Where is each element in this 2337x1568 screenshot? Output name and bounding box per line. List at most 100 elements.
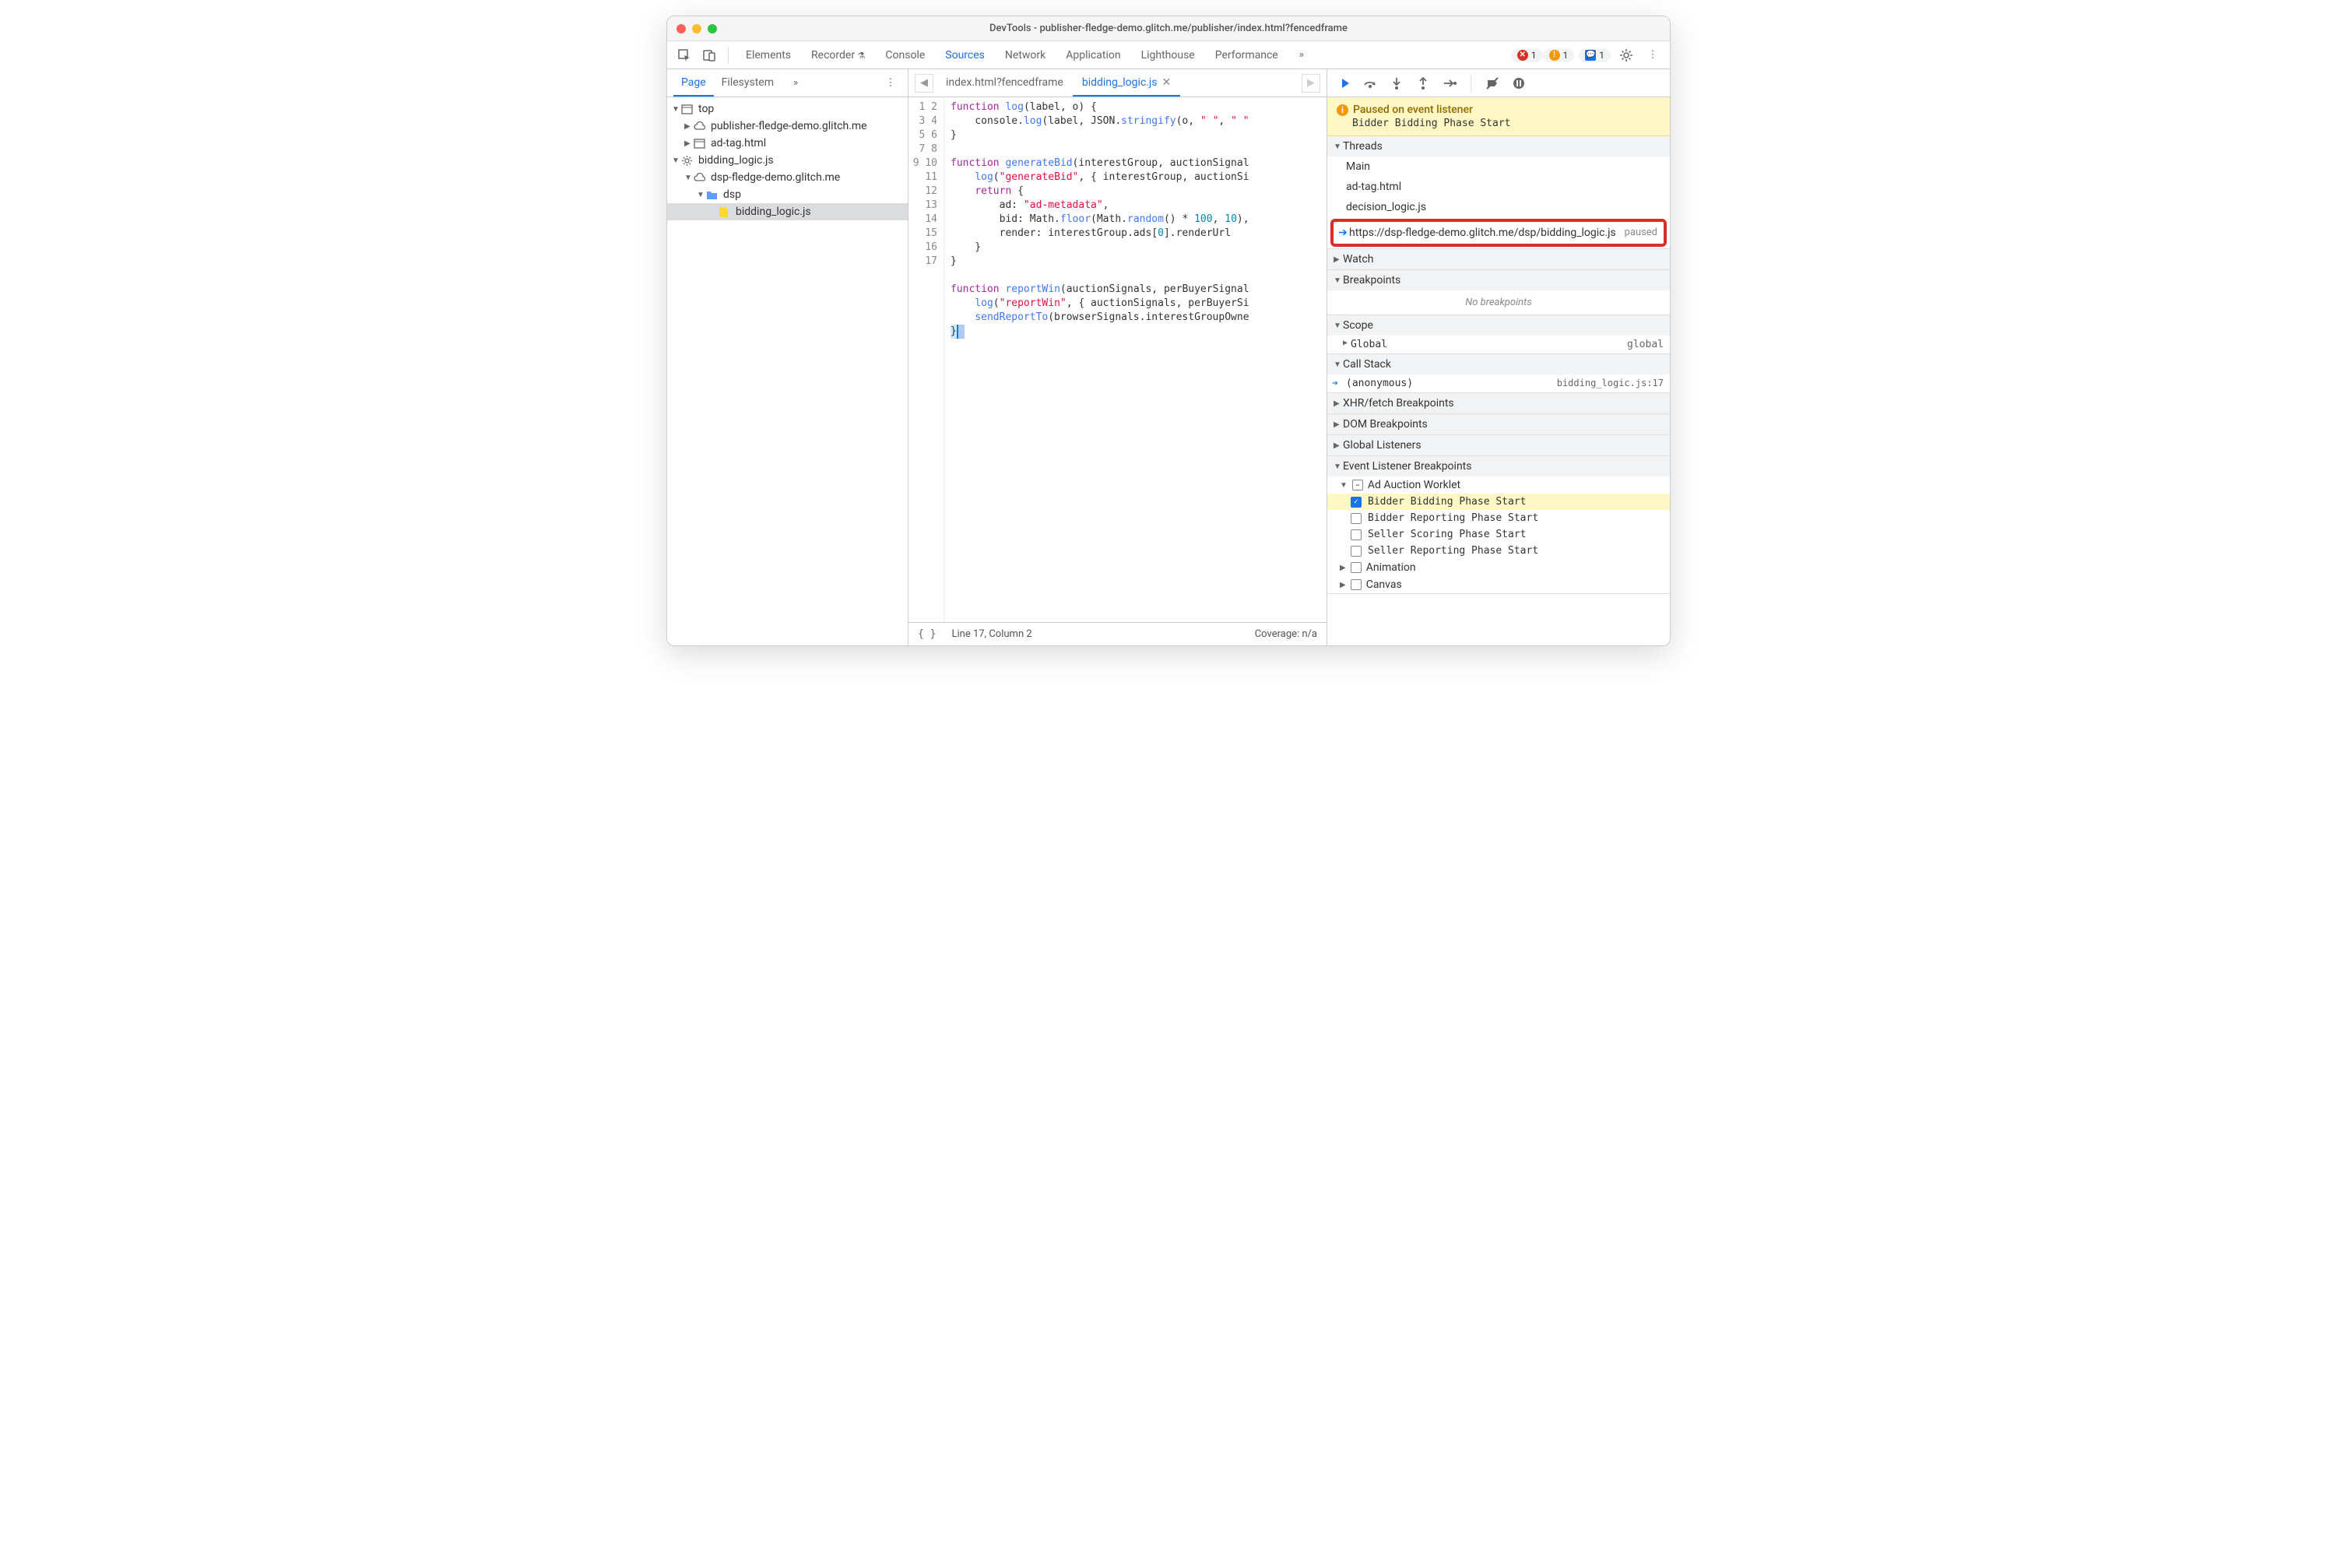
worker-icon [681,155,695,167]
no-breakpoints-text: No breakpoints [1327,290,1670,315]
more-navigator-tabs-icon[interactable]: » [785,72,807,94]
issues-badge[interactable]: 💬1 [1579,48,1611,62]
inspect-icon[interactable] [673,44,695,66]
checkbox-icon[interactable] [1351,579,1362,590]
cursor-position: Line 17, Column 2 [951,628,1031,640]
file-tabs: ◀ index.html?fencedframebidding_logic.js… [908,69,1327,97]
current-frame-icon: ➔ [1332,378,1338,389]
event-breakpoint-item[interactable]: Seller Reporting Phase Start [1327,543,1670,559]
titlebar: DevTools - publisher-fledge-demo.glitch.… [667,16,1670,41]
tree-item[interactable]: ▼dsp-fledge-demo.glitch.me [667,169,908,186]
error-icon: ✕ [1517,50,1528,61]
tab-elements[interactable]: Elements [736,44,800,66]
tab-console[interactable]: Console [876,44,934,66]
step-into-icon[interactable] [1386,73,1407,93]
main-tabs: ElementsRecorder ⚗ConsoleSourcesNetworkA… [736,44,1288,66]
dom-breakpoints-section: ▶DOM Breakpoints [1327,414,1670,435]
tree-item[interactable]: ▼top [667,100,908,118]
global-listeners-section: ▶Global Listeners [1327,435,1670,456]
more-tabs-icon[interactable]: » [1291,44,1313,66]
jsfile-icon [719,206,733,218]
kebab-menu-icon[interactable]: ⋮ [1642,44,1664,66]
navigator-panel: PageFilesystem » ⋮ ▼top▶publisher-fledge… [667,69,908,645]
tab-application[interactable]: Application [1056,44,1130,66]
event-breakpoint-item[interactable]: ✓Bidder Bidding Phase Start [1327,494,1670,510]
tab-lighthouse[interactable]: Lighthouse [1132,44,1204,66]
tab-recorder[interactable]: Recorder ⚗ [802,44,874,66]
xhr-breakpoints-header[interactable]: ▶XHR/fetch Breakpoints [1327,393,1670,413]
scope-global-row[interactable]: ▶Globalglobal [1327,336,1670,353]
info-icon: i [1337,104,1348,116]
step-over-icon[interactable] [1360,73,1380,93]
navigator-tab-filesystem[interactable]: Filesystem [714,70,782,97]
event-group[interactable]: ▶Animation [1327,559,1670,576]
next-tab-icon[interactable]: ▶ [1302,74,1320,93]
thread-item-active[interactable]: ➔https://dsp-fledge-demo.glitch.me/dsp/b… [1330,219,1667,247]
divider [728,47,729,64]
dom-breakpoints-header[interactable]: ▶DOM Breakpoints [1327,414,1670,434]
scope-header[interactable]: ▼Scope [1327,315,1670,336]
event-group[interactable]: ▶Canvas [1327,576,1670,593]
pause-title: Paused on event listener [1353,104,1473,116]
pause-exceptions-icon[interactable] [1509,73,1529,93]
step-out-icon[interactable] [1413,73,1433,93]
navigator-tab-page[interactable]: Page [673,70,714,97]
tree-item[interactable]: ▶publisher-fledge-demo.glitch.me [667,118,908,135]
threads-header[interactable]: ▼Threads [1327,136,1670,156]
thread-item[interactable]: Main [1327,156,1670,177]
settings-icon[interactable] [1615,44,1637,66]
event-breakpoints-header[interactable]: ▼Event Listener Breakpoints [1327,456,1670,476]
checkbox-icon[interactable] [1351,513,1362,524]
callstack-section: ▼Call Stack ➔(anonymous)bidding_logic.js… [1327,354,1670,393]
devtools-window: DevTools - publisher-fledge-demo.glitch.… [666,16,1671,646]
checkbox-icon[interactable] [1351,529,1362,540]
navigator-menu-icon[interactable]: ⋮ [880,72,901,94]
device-icon[interactable] [698,44,720,66]
step-icon[interactable] [1439,73,1460,93]
deactivate-breakpoints-icon[interactable] [1482,73,1502,93]
cloud-icon [694,172,708,183]
threads-section: ▼Threads Mainad-tag.htmldecision_logic.j… [1327,136,1670,249]
frame-icon [681,104,695,115]
event-group-ad-auction[interactable]: ▼−Ad Auction Worklet [1327,476,1670,494]
event-breakpoint-item[interactable]: Seller Scoring Phase Start [1327,526,1670,543]
checkbox-icon[interactable] [1351,546,1362,557]
watch-section: ▶Watch [1327,249,1670,270]
global-listeners-header[interactable]: ▶Global Listeners [1327,435,1670,455]
tab-performance[interactable]: Performance [1206,44,1288,66]
callstack-frame[interactable]: ➔(anonymous)bidding_logic.js:17 [1327,374,1670,392]
close-tab-icon[interactable]: ✕ [1161,76,1171,89]
file-tab[interactable]: index.html?fencedframe [937,70,1073,97]
current-thread-icon: ➔ [1338,227,1348,239]
tree-item[interactable]: ▼bidding_logic.js [667,152,908,169]
thread-item[interactable]: ad-tag.html [1327,177,1670,197]
window-title: DevTools - publisher-fledge-demo.glitch.… [667,23,1670,34]
debugger-panel: iPaused on event listener Bidder Bidding… [1327,69,1670,645]
minus-box-icon: − [1352,480,1363,490]
tab-sources[interactable]: Sources [936,44,994,66]
pretty-print-icon[interactable]: { } [918,628,936,640]
thread-item[interactable]: decision_logic.js [1327,197,1670,217]
coverage-status: Coverage: n/a [1255,628,1317,640]
tab-network[interactable]: Network [996,44,1055,66]
watch-header[interactable]: ▶Watch [1327,249,1670,269]
tree-item[interactable]: bidding_logic.js [667,203,908,220]
error-badge[interactable]: ✕1 [1511,48,1543,62]
breakpoints-header[interactable]: ▼Breakpoints [1327,270,1670,290]
code-content[interactable]: function log(label, o) { console.log(lab… [944,97,1327,622]
resume-icon[interactable] [1334,73,1354,93]
warning-badge[interactable]: !1 [1543,48,1575,62]
file-tab[interactable]: bidding_logic.js✕ [1073,70,1180,97]
callstack-header[interactable]: ▼Call Stack [1327,354,1670,374]
checkbox-icon[interactable]: ✓ [1351,497,1362,508]
tree-item[interactable]: ▶ad-tag.html [667,135,908,152]
code-editor[interactable]: 1 2 3 4 5 6 7 8 9 10 11 12 13 14 15 16 1… [908,97,1327,622]
checkbox-icon[interactable] [1351,562,1362,573]
tree-item[interactable]: ▼dsp [667,186,908,203]
file-tree: ▼top▶publisher-fledge-demo.glitch.me▶ad-… [667,97,908,645]
breakpoints-section: ▼Breakpoints No breakpoints [1327,270,1670,315]
editor-statusbar: { } Line 17, Column 2 Coverage: n/a [908,622,1327,645]
event-breakpoint-item[interactable]: Bidder Reporting Phase Start [1327,510,1670,526]
prev-tab-icon[interactable]: ◀ [915,74,933,93]
cloud-icon [694,121,708,132]
